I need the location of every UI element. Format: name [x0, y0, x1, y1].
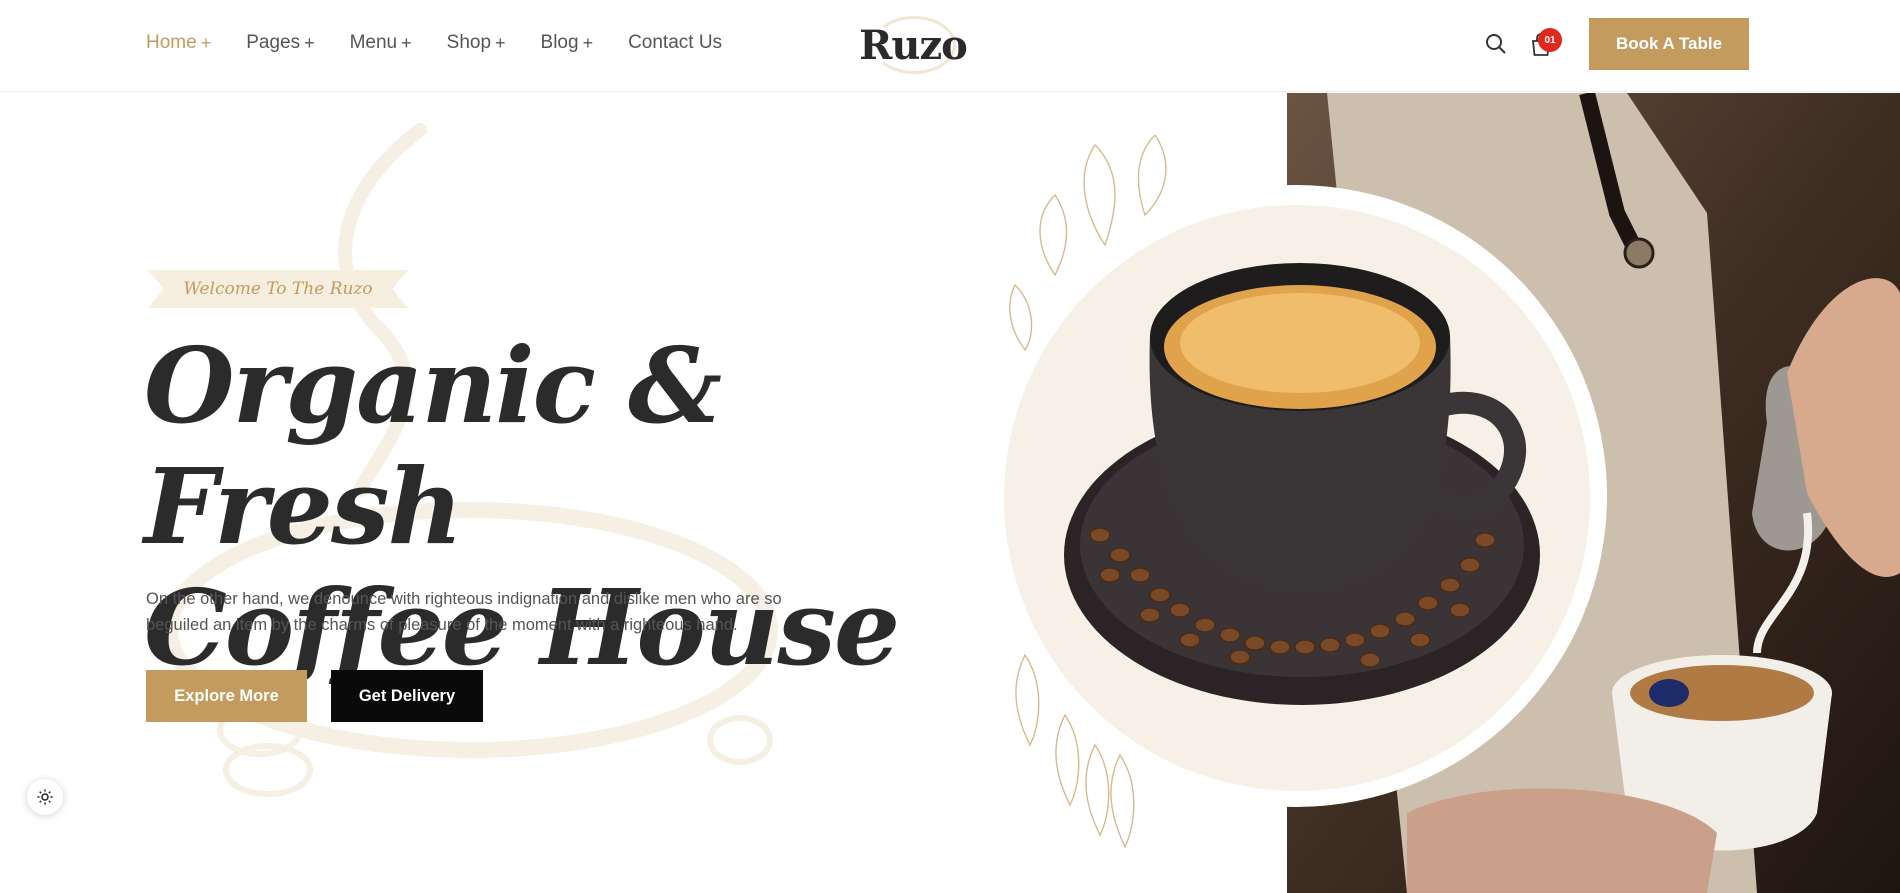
nav-item-shop[interactable]: Shop + — [447, 32, 506, 54]
explore-more-button[interactable]: Explore More — [146, 670, 307, 722]
hero-title-line-1: Organic & Fresh — [144, 324, 722, 568]
plus-icon: + — [200, 32, 212, 53]
plus-icon: + — [582, 32, 594, 53]
main-nav: Home + Pages + Menu + Shop + Blog + Cont… — [146, 0, 722, 86]
hero-description: On the other hand, we denounce with righ… — [146, 590, 782, 634]
nav-label: Blog — [540, 32, 579, 53]
nav-label: Shop — [446, 32, 492, 53]
nav-item-blog[interactable]: Blog + — [541, 32, 594, 54]
plus-icon: + — [401, 32, 412, 53]
sun-icon — [37, 789, 53, 805]
nav-label: Contact Us — [628, 32, 723, 53]
welcome-ribbon: Welcome To The Ruzo — [148, 270, 408, 308]
nav-item-menu[interactable]: Menu + — [350, 32, 412, 54]
cart-count-badge: 01 — [1538, 28, 1562, 52]
nav-item-pages[interactable]: Pages + — [246, 32, 314, 54]
site-logo[interactable]: Ruzo — [858, 14, 968, 76]
theme-toggle-button[interactable] — [27, 779, 63, 815]
nav-item-home[interactable]: Home + — [146, 32, 211, 54]
nav-item-contact[interactable]: Contact Us — [628, 32, 722, 54]
plus-icon: + — [495, 32, 506, 53]
get-delivery-button[interactable]: Get Delivery — [331, 670, 483, 722]
nav-label: Pages — [246, 32, 301, 53]
plus-icon: + — [304, 32, 315, 53]
search-icon[interactable] — [1484, 32, 1508, 56]
nav-label: Home — [146, 32, 197, 53]
book-table-button[interactable]: Book A Table — [1589, 18, 1749, 70]
coffee-cup-illustration — [1064, 263, 1540, 705]
logo-text: Ruzo — [859, 21, 968, 69]
welcome-tagline: Welcome To The Ruzo — [183, 279, 373, 299]
nav-label: Menu — [349, 32, 398, 53]
site-header: Home + Pages + Menu + Shop + Blog + Cont… — [0, 0, 1900, 92]
